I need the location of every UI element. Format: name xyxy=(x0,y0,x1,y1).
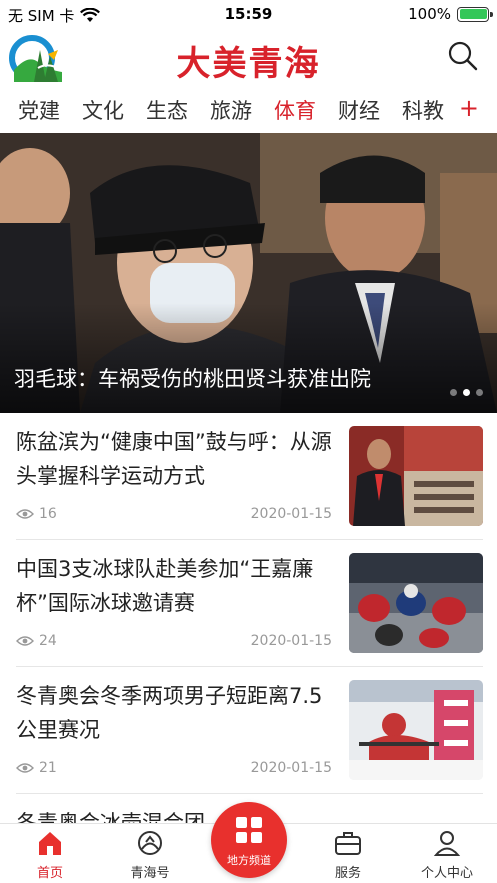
tab-ecology[interactable]: 生态 xyxy=(146,95,188,125)
view-count: 21 xyxy=(16,760,57,776)
news-date: 2020-01-15 xyxy=(250,633,332,649)
status-right: 100% xyxy=(408,5,493,23)
hero-gradient xyxy=(0,303,497,413)
search-icon[interactable] xyxy=(447,40,479,72)
status-bar: 无 SIM 卡 15:59 100% xyxy=(0,0,497,28)
briefcase-icon xyxy=(335,832,361,855)
news-title[interactable]: 中国3支冰球队赴美参加“王嘉廉杯”国际冰球邀请赛 xyxy=(16,552,334,620)
local-channel-label: 地方频道 xyxy=(227,854,271,867)
hero-carousel[interactable]: 羽毛球：车祸受伤的桃田贤斗获准出院 xyxy=(0,133,497,413)
nav-profile-label: 个人中心 xyxy=(420,866,473,881)
nav-home-label: 首页 xyxy=(36,866,63,881)
news-title[interactable]: 陈盆滨为“健康中国”鼓与呼：从源头掌握科学运动方式 xyxy=(16,425,334,493)
news-thumbnail[interactable] xyxy=(349,426,483,526)
tab-culture[interactable]: 文化 xyxy=(82,95,124,125)
news-meta: 24 2020-01-15 xyxy=(16,633,334,653)
carousel-dot-active[interactable] xyxy=(463,389,470,396)
nav-home[interactable]: 首页 xyxy=(5,824,95,883)
brand-title: 大美青海 xyxy=(176,44,321,84)
nav-qinghai-hao-label: 青海号 xyxy=(130,866,170,881)
tab-science[interactable]: 科教 xyxy=(402,95,444,125)
news-thumbnail[interactable] xyxy=(349,553,483,653)
grid-icon xyxy=(236,817,262,843)
eye-icon xyxy=(16,509,34,519)
news-title[interactable]: 冬青奥会冬季两项男子短距离7.5公里赛况 xyxy=(16,679,334,747)
eye-icon xyxy=(16,636,34,646)
news-date: 2020-01-15 xyxy=(250,506,332,522)
view-count: 24 xyxy=(16,633,57,649)
news-list: 陈盆滨为“健康中国”鼓与呼：从源头掌握科学运动方式 16 2020-01-15 xyxy=(0,413,497,834)
tab-party[interactable]: 党建 xyxy=(18,95,60,125)
nav-qinghai-hao[interactable]: 青海号 xyxy=(105,824,195,883)
battery-percent: 100% xyxy=(408,5,451,23)
carousel-dot[interactable] xyxy=(450,389,457,396)
channel-tabs: 党建 文化 生态 旅游 体育 财经 科教 + xyxy=(0,88,497,132)
battery-icon xyxy=(457,6,493,22)
tab-finance[interactable]: 财经 xyxy=(338,95,380,125)
hero-title[interactable]: 羽毛球：车祸受伤的桃田贤斗获准出院 xyxy=(14,363,371,393)
eye-icon xyxy=(16,763,34,773)
qinghai-hao-icon xyxy=(138,831,162,855)
news-item[interactable]: 陈盆滨为“健康中国”鼓与呼：从源头掌握科学运动方式 16 2020-01-15 xyxy=(16,413,483,540)
view-count-value: 21 xyxy=(39,760,57,776)
tab-sports[interactable]: 体育 xyxy=(274,95,316,125)
local-channel-button[interactable]: 地方频道 xyxy=(211,802,287,878)
view-count-value: 16 xyxy=(39,506,57,522)
app-header: 大美青海 xyxy=(0,28,497,88)
news-meta: 16 2020-01-15 xyxy=(16,506,334,526)
home-icon xyxy=(39,832,61,855)
user-icon xyxy=(433,831,461,856)
news-thumbnail[interactable] xyxy=(349,680,483,780)
view-count-value: 24 xyxy=(39,633,57,649)
bottom-nav: 首页 青海号 地方频道 服务 个人中心 xyxy=(0,802,497,883)
news-item[interactable]: 中国3支冰球队赴美参加“王嘉廉杯”国际冰球邀请赛 24 2020-01-15 xyxy=(16,540,483,667)
news-item[interactable]: 冬青奥会冬季两项男子短距离7.5公里赛况 21 2020-01-15 xyxy=(16,667,483,794)
nav-services-label: 服务 xyxy=(334,866,361,881)
add-channel-button[interactable]: + xyxy=(459,94,479,122)
news-date: 2020-01-15 xyxy=(250,760,332,776)
nav-services[interactable]: 服务 xyxy=(303,824,393,883)
nav-profile[interactable]: 个人中心 xyxy=(402,824,492,883)
news-meta: 21 2020-01-15 xyxy=(16,760,334,780)
carousel-indicator xyxy=(450,389,483,396)
carousel-dot[interactable] xyxy=(476,389,483,396)
view-count: 16 xyxy=(16,506,57,522)
tab-travel[interactable]: 旅游 xyxy=(210,95,252,125)
